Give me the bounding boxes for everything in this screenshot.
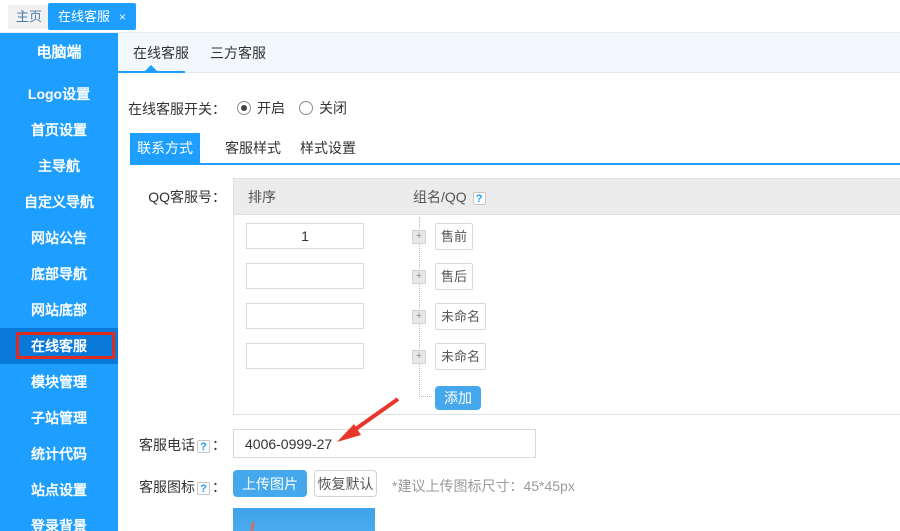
qq-table-header: 排序 组名/QQ ? [234,179,900,215]
column-header-group-text: 组名/QQ [413,189,467,205]
sort-input-row4[interactable] [246,343,364,369]
qq-number-label: QQ客服号： [118,187,226,207]
close-icon[interactable]: × [119,4,126,31]
sidebar-item-analytics-code[interactable]: 统计代码 [0,436,118,472]
sidebar-nav: Logo设置 首页设置 主导航 自定义导航 网站公告 底部导航 网站底部 在线客… [0,73,118,531]
sidebar-item-main-nav[interactable]: 主导航 [0,148,118,184]
service-icon-preview-image [233,508,375,531]
tree-connector-vertical [419,217,420,397]
help-icon[interactable]: ? [197,482,210,495]
column-header-sort: 排序 [248,179,276,215]
phone-label-text: 客服电话 [139,437,195,453]
qq-service-table: 排序 组名/QQ ? + + + + 售前 售后 未命名 未命名 添加 [233,178,900,415]
expand-handle-icon[interactable]: + [412,230,426,244]
radio-on-label: 开启 [257,100,285,116]
group-button-aftersale[interactable]: 售后 [435,263,473,290]
sidebar-header-pc[interactable]: 电脑端 [0,33,118,73]
column-header-group: 组名/QQ ? [413,179,488,215]
phone-label: 客服电话?： [118,435,226,455]
sidebar-item-homepage[interactable]: 首页设置 [0,112,118,148]
page-tab-third-party[interactable]: 三方客服 [210,33,266,73]
sidebar-item-site-footer[interactable]: 网站底部 [0,292,118,328]
page-tab-online-service[interactable]: 在线客服 [133,33,189,73]
window-tab-home[interactable]: 主页 [8,5,50,29]
window-tab-online-service[interactable]: 在线客服 × [48,3,136,30]
sidebar-item-modules[interactable]: 模块管理 [0,364,118,400]
tab-style-settings[interactable]: 样式设置 [300,133,356,163]
active-tab-caret-icon [145,65,157,71]
subtab-divider [130,163,900,165]
sort-input-row3[interactable] [246,303,364,329]
admin-settings-screen: 主页 在线客服 × 电脑端 在线客服 三方客服 Logo设置 首页设置 主导航 自… [0,0,900,531]
header-row: 电脑端 在线客服 三方客服 [0,33,900,73]
expand-handle-icon[interactable]: + [412,350,426,364]
tab-service-style[interactable]: 客服样式 [225,133,281,163]
window-tab-label: 在线客服 [58,9,110,24]
tree-connector-horizontal [419,396,432,397]
radio-on-icon[interactable] [237,101,251,115]
sidebar-item-subsites[interactable]: 子站管理 [0,400,118,436]
group-button-unnamed-2[interactable]: 未命名 [435,343,486,370]
expand-handle-icon[interactable]: + [412,310,426,324]
sidebar-item-login-background[interactable]: 登录背景 [0,508,118,531]
sort-input-row1[interactable] [246,223,364,249]
upload-image-button[interactable]: 上传图片 [233,470,307,497]
help-icon[interactable]: ? [197,440,210,453]
sidebar-item-announcement[interactable]: 网站公告 [0,220,118,256]
phone-label-colon: ： [212,437,226,453]
radio-option-on[interactable]: 开启 [237,99,285,117]
radio-off-icon[interactable] [299,101,313,115]
phone-input[interactable] [233,429,536,458]
window-tab-bar: 主页 在线客服 × [0,0,900,33]
add-group-button[interactable]: 添加 [435,386,481,410]
service-icon-label: 客服图标?： [118,477,226,497]
group-button-unnamed-1[interactable]: 未命名 [435,303,486,330]
annotation-highlight-rect [16,332,115,359]
page-tab-bar: 在线客服 三方客服 [118,33,900,73]
restore-default-button[interactable]: 恢复默认 [314,470,377,497]
tab-contact-method[interactable]: 联系方式 [130,133,200,163]
settings-form: 在线客服开关： 开启 关闭 联系方式 客服样式 样式设置 QQ客服号： 排序 组… [118,73,900,531]
service-switch-row: 在线客服开关： 开启 关闭 [118,99,900,119]
preview-image-detail [250,522,254,531]
service-icon-label-text: 客服图标 [139,479,195,495]
service-switch-label: 在线客服开关： [118,99,226,119]
expand-handle-icon[interactable]: + [412,270,426,284]
service-icon-label-colon: ： [212,479,226,495]
radio-off-label: 关闭 [319,100,347,116]
sidebar-item-footer-nav[interactable]: 底部导航 [0,256,118,292]
sidebar-item-logo[interactable]: Logo设置 [0,76,118,112]
sort-input-row2[interactable] [246,263,364,289]
radio-option-off[interactable]: 关闭 [299,99,347,117]
sidebar-item-site-settings[interactable]: 站点设置 [0,472,118,508]
upload-size-hint: *建议上传图标尺寸：45*45px [392,476,575,496]
help-icon[interactable]: ? [473,192,486,205]
sidebar-item-custom-nav[interactable]: 自定义导航 [0,184,118,220]
group-button-presale[interactable]: 售前 [435,223,473,250]
